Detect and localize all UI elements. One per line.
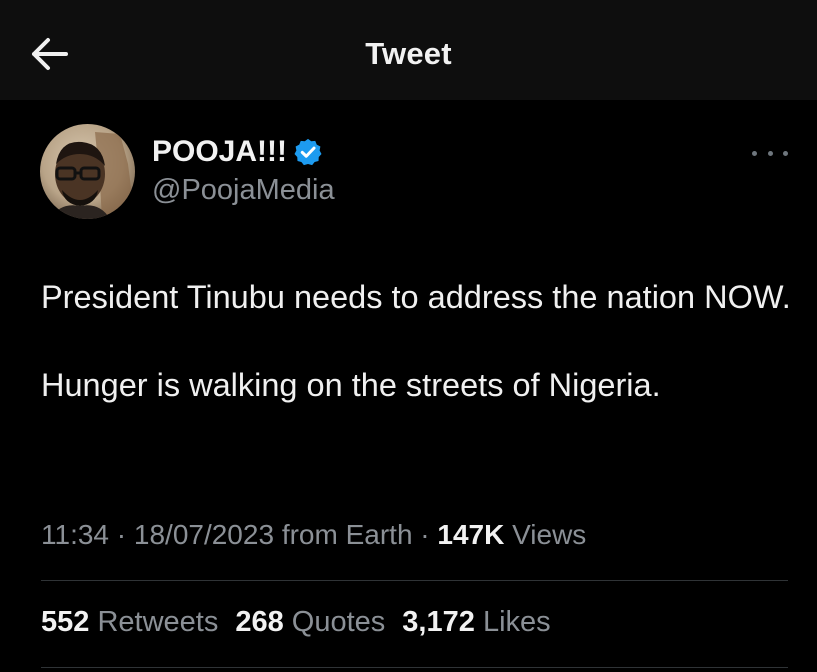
more-dot-icon (752, 150, 757, 156)
views-count: 147K (437, 519, 505, 550)
likes-count: 3,172 (402, 606, 475, 638)
retweets-count: 552 (41, 606, 90, 638)
display-name[interactable]: POOJA!!! (152, 135, 287, 169)
retweets-stat[interactable]: 552 Retweets (41, 606, 218, 639)
avatar-photo (40, 124, 135, 219)
page-title: Tweet (365, 36, 452, 71)
tweet-date[interactable]: 18/07/2023 (134, 519, 274, 550)
author-handle[interactable]: @PoojaMedia (152, 174, 335, 207)
tweet-line: President Tinubu needs to address the na… (41, 279, 791, 315)
more-dot-icon (783, 150, 788, 156)
more-dot-icon (767, 150, 773, 156)
tweet-meta: 11:34 · 18/07/2023 from Earth · 147K Vie… (41, 519, 586, 551)
top-bar: Tweet (0, 0, 817, 100)
quotes-label: Quotes (291, 606, 386, 638)
quotes-stat[interactable]: 268 Quotes (235, 606, 385, 639)
author-name-row: POOJA!!! (152, 134, 323, 170)
tweet-line: Hunger is walking on the streets of Nige… (41, 367, 661, 403)
likes-label: Likes (482, 606, 551, 638)
separator-dot: · (116, 519, 134, 550)
separator-dot: · (420, 519, 438, 550)
quotes-count: 268 (235, 606, 284, 638)
likes-stat[interactable]: 3,172 Likes (402, 606, 550, 639)
tweet-text: President Tinubu needs to address the na… (41, 275, 801, 407)
views-label: Views (512, 519, 587, 550)
more-options-button[interactable] (752, 146, 788, 160)
avatar[interactable] (40, 124, 135, 219)
verified-badge-icon (293, 137, 323, 167)
tweet-time[interactable]: 11:34 (41, 519, 109, 550)
tweet-stats: 552 Retweets 268 Quotes 3,172 Likes (41, 606, 551, 639)
retweets-label: Retweets (97, 606, 219, 638)
divider (41, 667, 788, 668)
tweet-source: from Earth (281, 519, 413, 550)
divider (41, 580, 788, 581)
